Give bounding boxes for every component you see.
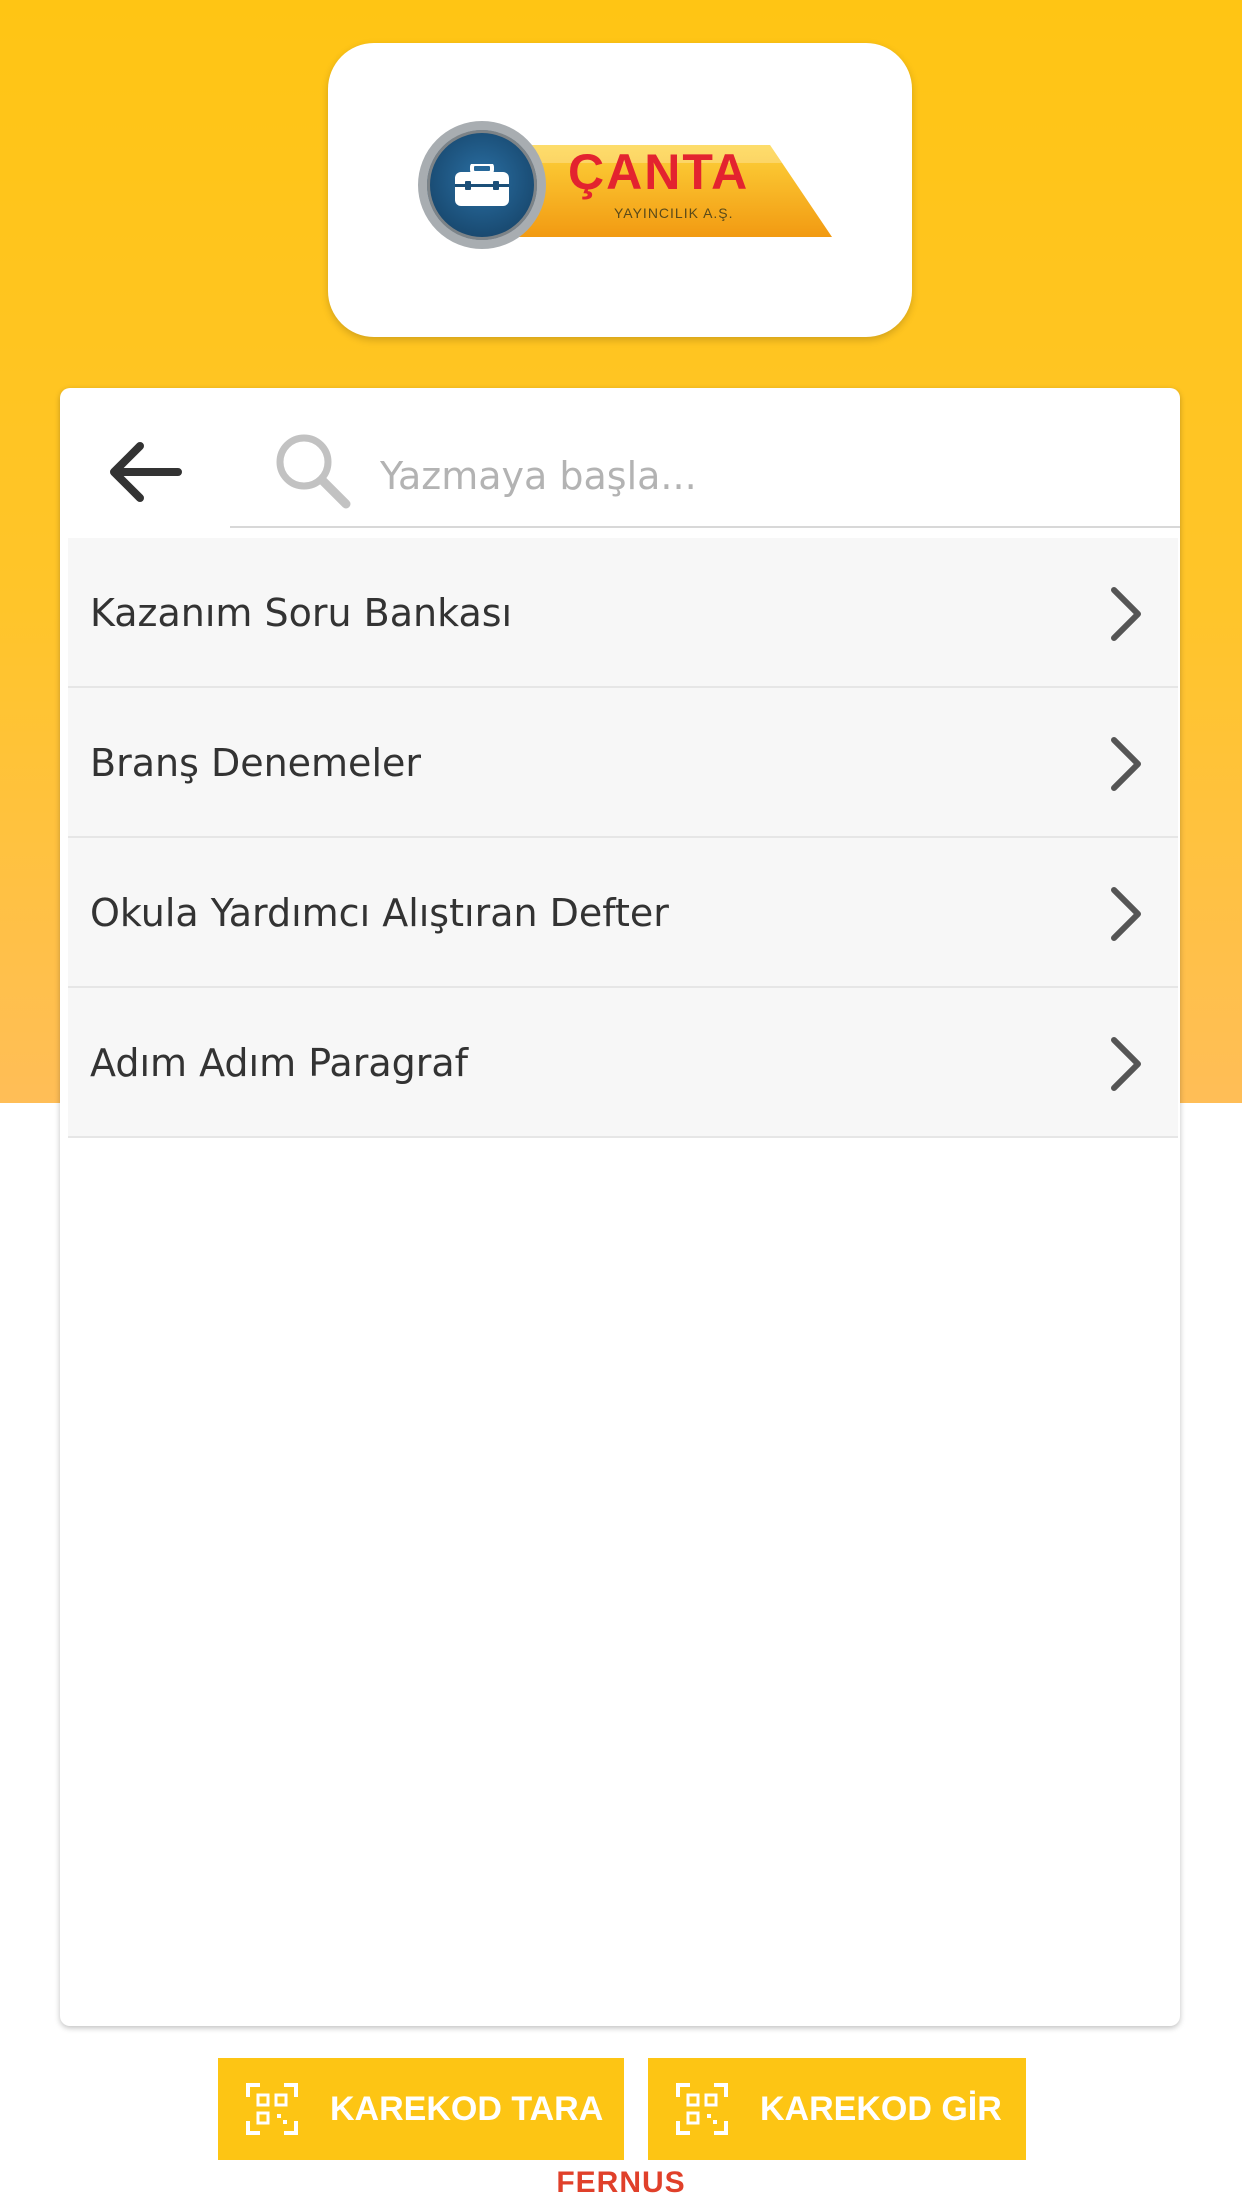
list-item-label: Kazanım Soru Bankası <box>90 591 513 635</box>
category-list: Kazanım Soru Bankası Branş Denemeler Oku… <box>68 538 1178 1138</box>
briefcase-icon <box>455 164 509 206</box>
logo-emblem <box>418 121 546 249</box>
scan-qr-button[interactable]: KAREKOD TARA <box>218 2058 624 2160</box>
logo-card: ÇANTA YAYINCILIK A.Ş. <box>328 43 912 337</box>
scan-qr-label: KAREKOD TARA <box>330 2089 604 2128</box>
search-input[interactable] <box>380 444 1080 508</box>
list-item[interactable]: Kazanım Soru Bankası <box>68 538 1178 688</box>
app-logo: ÇANTA YAYINCILIK A.Ş. <box>418 121 832 261</box>
chevron-right-icon <box>1111 587 1141 641</box>
content-card: Kazanım Soru Bankası Branş Denemeler Oku… <box>60 388 1180 2026</box>
list-item-label: Branş Denemeler <box>90 741 421 785</box>
logo-subtext: YAYINCILIK A.Ş. <box>614 205 734 221</box>
qr-code-icon <box>246 2083 298 2135</box>
list-item[interactable]: Adım Adım Paragraf <box>68 988 1178 1138</box>
logo-wordmark: ÇANTA <box>568 144 750 200</box>
list-item[interactable]: Branş Denemeler <box>68 688 1178 838</box>
search-icon <box>276 434 351 509</box>
list-item-label: Adım Adım Paragraf <box>90 1041 469 1085</box>
qr-code-icon <box>676 2083 728 2135</box>
arrow-left-icon <box>110 442 182 502</box>
back-button[interactable] <box>104 430 188 514</box>
list-item-label: Okula Yardımcı Alıştıran Defter <box>90 891 669 935</box>
list-item[interactable]: Okula Yardımcı Alıştıran Defter <box>68 838 1178 988</box>
chevron-right-icon <box>1111 887 1141 941</box>
enter-qr-button[interactable]: KAREKOD GİR <box>648 2058 1026 2160</box>
enter-qr-label: KAREKOD GİR <box>760 2089 1002 2128</box>
search-bar <box>60 388 1180 538</box>
footer-brand: FERNUS <box>556 2166 686 2199</box>
action-bar: KAREKOD TARA KAREKOD GİR <box>218 2058 1026 2160</box>
chevron-right-icon <box>1111 1037 1141 1091</box>
chevron-right-icon <box>1111 737 1141 791</box>
